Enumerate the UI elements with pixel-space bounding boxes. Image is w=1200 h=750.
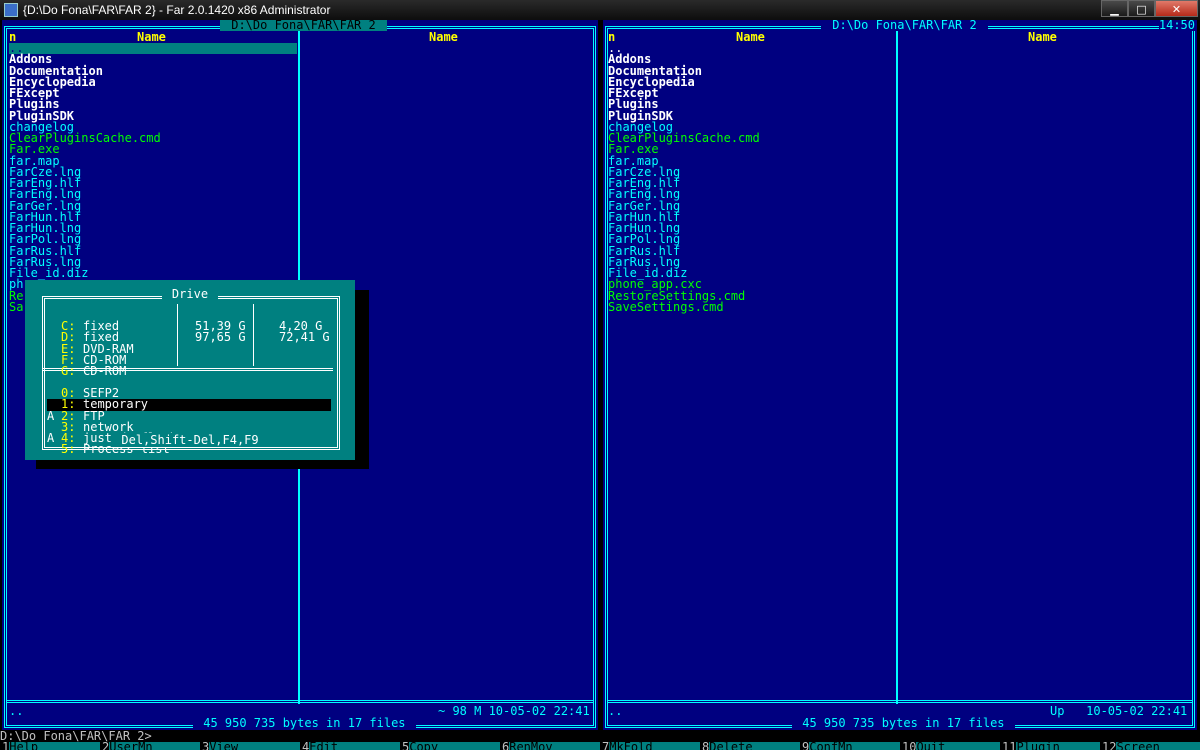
function-key-5[interactable]: 5 Copy [400,742,500,750]
function-key-10[interactable]: 10 Quit [900,742,1000,750]
window-title-bar[interactable]: {D:\Do Fona\FAR\FAR 2} - Far 2.0.1420 x8… [0,0,1200,20]
right-col1-header[interactable]: Name [736,31,765,43]
function-key-6[interactable]: 6 RenMov [500,742,600,750]
function-key-12[interactable]: 12 Screen [1100,742,1200,750]
function-key-label: ConfMn [809,742,900,750]
function-key-2[interactable]: 2 UserMn [100,742,200,750]
function-key-number: 7 [600,742,610,750]
file-row[interactable]: .. [9,42,297,55]
maximize-button[interactable]: □ [1128,0,1155,17]
function-key-label: MkFold [609,742,700,750]
right-panel-path[interactable]: D:\Do Fona\FAR\FAR 2 [821,19,988,31]
function-key-label: Copy [409,742,500,750]
function-key-4[interactable]: 4 Edit [300,742,400,750]
right-panel[interactable]: D:\Do Fona\FAR\FAR 2 n Name Name .. Addon… [603,18,1197,730]
right-column-separator [896,29,898,704]
function-key-number: 2 [100,742,110,750]
function-key-label: Help [9,742,100,750]
function-key-label: Delete [709,742,800,750]
minimize-button[interactable]: ▁ [1101,0,1128,17]
function-key-number: 3 [200,742,210,750]
left-col2-header[interactable]: Name [429,31,458,43]
function-key-number: 5 [400,742,410,750]
right-status-name: .. [608,704,623,718]
right-file-list[interactable]: .. Addons Documentation Encyclopedia FExcept… [608,42,896,313]
left-panel-path[interactable]: D:\Do Fona\FAR\FAR 2 [220,19,387,31]
function-key-number: 8 [700,742,710,750]
function-key-number: 12 [1100,742,1117,750]
window-title: {D:\Do Fona\FAR\FAR 2} - Far 2.0.1420 x8… [23,3,331,17]
function-key-label: View [209,742,300,750]
right-panel-summary: 45 950 735 bytes in 17 files [792,717,1015,730]
left-status-separator [7,700,593,703]
function-key-number: 9 [800,742,810,750]
drive-letter: G: [61,364,76,378]
file-row[interactable]: File_id.diz [9,267,297,279]
command-line[interactable]: D:\Do Fona\FAR\FAR 2> [0,730,1200,742]
function-key-number: 11 [1000,742,1017,750]
function-key-label: Quit [916,742,1000,750]
function-key-8[interactable]: 8 Delete [700,742,800,750]
function-key-1[interactable]: 1 Help [0,742,100,750]
function-key-number: 10 [900,742,917,750]
left-status-info: ~ 98 M 10-05-02 22:41 [438,704,590,718]
function-key-label: RenMov [509,742,600,750]
left-col1-header[interactable]: Name [137,31,166,43]
function-key-11[interactable]: 11 Plugin [1000,742,1100,750]
left-panel-summary: 45 950 735 bytes in 17 files [193,717,416,730]
drive-menu-dialog[interactable]: Drive C: fixed 51,39 G 4,20 G D: fixed 97,65 G… [25,280,355,460]
file-row[interactable]: SaveSettings.cmd [608,301,896,313]
function-key-7[interactable]: 7 MkFold [600,742,700,750]
far-app-icon[interactable] [4,3,18,17]
function-key-label: Edit [309,742,400,750]
function-key-bar: 1 Help 2 UserMn 3 View 4 Edit 5 Copy 6 RenMov 7 MkFol… [0,742,1200,750]
function-key-number: 1 [0,742,10,750]
drive-total-size: 97,65 G [195,330,246,345]
right-status-info: Up 10-05-02 22:41 [1050,704,1188,718]
function-key-number: 6 [500,742,510,750]
function-key-label: Screen [1116,742,1200,750]
function-key-number: 4 [300,742,310,750]
function-key-9[interactable]: 9 ConfMn [800,742,900,750]
right-col2-header[interactable]: Name [1028,31,1057,43]
console-area: D:\Do Fona\FAR\FAR 2 n Name Name .. Addon… [0,18,1200,750]
left-status-name: .. [9,704,24,718]
close-button[interactable]: ✕ [1155,0,1198,17]
clock: 14:50 [1158,18,1195,32]
right-status-separator [608,700,1192,703]
drive-item[interactable]: G: CD-ROM [47,364,331,378]
function-key-label: Plugin [1016,742,1100,750]
left-file-list[interactable]: .. Addons Documentation Encyclopedia FExcept… [9,42,297,313]
function-key-label: UserMn [109,742,200,750]
file-row[interactable]: .. [608,42,896,54]
drive-free-size: 72,41 G [279,330,330,345]
drive-menu-footer: Del,Shift-Del,F4,F9 [25,433,355,447]
drive-menu-title: Drive [25,287,355,301]
function-key-3[interactable]: 3 View [200,742,300,750]
drive-type: CD-ROM [83,364,127,378]
